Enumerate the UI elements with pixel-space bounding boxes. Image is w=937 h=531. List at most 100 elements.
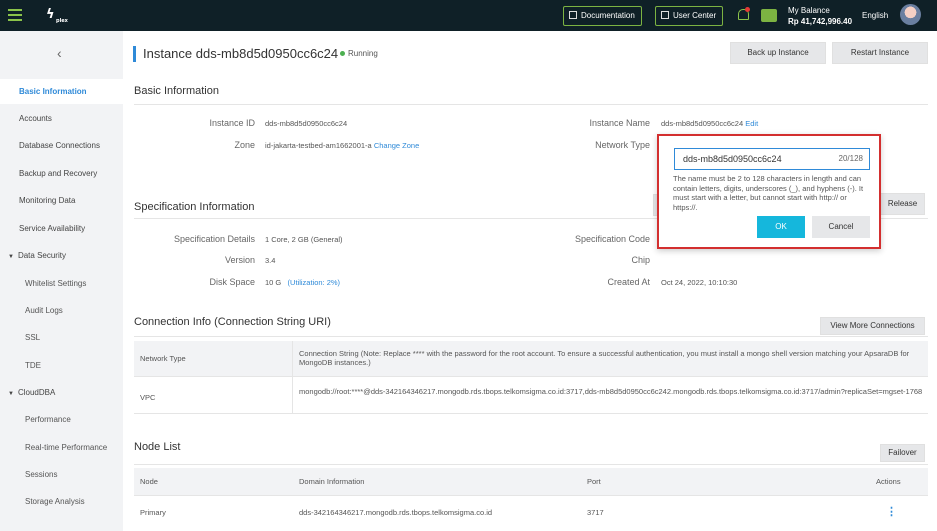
sidebar-item-ssl[interactable]: SSL [0,325,123,350]
sidebar-item-backup-and-recovery[interactable]: Backup and Recovery [0,161,123,186]
chevron-left-icon[interactable]: ‹ [57,45,62,61]
backup-instance-button[interactable]: Back up Instance [730,42,826,64]
col-network-type: Network Type [140,354,186,363]
version-label: Version [224,255,255,265]
sidebar-item-tde[interactable]: TDE [0,353,123,378]
status-badge: Running [340,49,378,58]
version-value: 3.4 [265,256,276,265]
zone-text: id-jakarta-testbed-am1662001-a [265,141,372,150]
col-port: Port [587,477,601,486]
sidebar-item-basic-information[interactable]: Basic Information [0,79,123,104]
disk-text: 10 G [265,278,282,287]
utilization-link[interactable]: (Utilization: 2%) [288,278,341,287]
disk-space-value: 10 G (Utilization: 2%) [265,278,340,287]
connection-info-heading: Connection Info (Connection String URI) [134,316,331,328]
sidebar-item-real-time-performance[interactable]: Real-time Performance [0,435,123,460]
char-count: 20/128 [838,154,863,163]
instance-name-label: Instance Name [589,118,650,128]
balance-label: My Balance [788,6,830,15]
sidebar-group-clouddba[interactable]: ▼ CloudDBA [0,380,123,405]
name-help-text: The name must be 2 to 128 characters in … [673,174,864,212]
documentation-label: Documentation [581,11,635,20]
spec-details-value: 1 Core, 2 GB (General) [265,235,343,244]
node-list-heading: Node List [134,441,181,453]
divider [134,413,928,414]
edit-link[interactable]: Edit [745,119,758,128]
col-node: Node [140,477,158,486]
column-divider [292,341,293,413]
sidebar-group-data-security[interactable]: ▼ Data Security [0,243,123,268]
brand-logo-icon[interactable]: ϟ plex [46,7,68,24]
row-port: 3717 [587,508,604,517]
divider [134,495,928,496]
sidebar-item-audit-logs[interactable]: Audit Logs [0,298,123,323]
sidebar-item-monitoring-data[interactable]: Monitoring Data [0,188,123,213]
sidebar-item-database-connections[interactable]: Database Connections [0,133,123,158]
user-center-button[interactable]: User Center [655,6,724,26]
balance-display: My Balance Rp 41,742,996.40 [788,5,852,27]
restart-instance-button[interactable]: Restart Instance [832,42,928,64]
sidebar-item-performance[interactable]: Performance [0,407,123,432]
top-bar: ϟ plex Documentation User Center My Balan… [0,0,937,31]
row-network-type: VPC [140,393,156,402]
basic-info-heading: Basic Information [134,85,219,97]
failover-button[interactable]: Failover [880,444,925,462]
col-connection-string: Connection String (Note: Replace **** wi… [299,349,910,367]
status-dot-icon [340,51,345,56]
table-header [134,468,928,495]
sidebar-item-sessions[interactable]: Sessions [0,462,123,487]
sidebar: ‹ Basic Information Accounts Database Co… [0,31,123,531]
row-node: Primary [140,508,166,517]
row-domain: dds-342164346217.mongodb.rds.tbops.telko… [299,508,493,517]
row-connection-string: mongodb://root:****@dds-342164346217.mon… [299,387,923,396]
document-icon [569,11,577,19]
instance-id-value: dds-mb8d5d0950cc6c24 [265,119,348,128]
chip-label: Chip [631,255,650,265]
sidebar-item-accounts[interactable]: Accounts [0,106,123,131]
zone-value: id-jakarta-testbed-am1662001-a Change Zo… [265,141,419,150]
ok-button[interactable]: OK [757,216,805,238]
created-at-label: Created At [607,277,650,287]
avatar[interactable] [900,4,921,25]
menu-icon[interactable] [8,9,22,21]
monitor-icon [661,11,669,19]
status-label: Running [348,49,378,58]
divider [134,104,928,105]
sidebar-item-service-availability[interactable]: Service Availability [0,216,123,241]
input-value: dds-mb8d5d0950cc6c24 [683,154,782,164]
instance-id-label: Instance ID [209,118,255,128]
spec-details-label: Specification Details [173,234,255,244]
change-zone-link[interactable]: Change Zone [374,141,419,150]
sidebar-item-storage-analysis[interactable]: Storage Analysis [0,489,123,514]
col-actions: Actions [876,477,901,486]
instance-name-input[interactable]: dds-mb8d5d0950cc6c24 20/128 [674,148,870,170]
disk-space-label: Disk Space [209,277,255,287]
cancel-button[interactable]: Cancel [812,216,870,238]
edit-name-popup: dds-mb8d5d0950cc6c24 20/128 The name mus… [657,134,881,249]
network-type-label: Network Type [595,140,650,150]
balance-value: Rp 41,742,996.40 [788,17,853,26]
language-selector[interactable]: English [862,11,888,20]
spec-code-label: Specification Code [574,234,650,244]
instance-name-text: dds-mb8d5d0950cc6c24 [661,119,744,128]
divider [134,376,928,377]
divider [134,336,928,337]
documentation-button[interactable]: Documentation [563,6,642,26]
sidebar-item-whitelist-settings[interactable]: Whitelist Settings [0,271,123,296]
divider [134,464,928,465]
instance-name-value: dds-mb8d5d0950cc6c24 Edit [661,119,758,128]
wallet-icon[interactable] [761,9,777,22]
more-actions-icon[interactable]: ⋮ [886,505,897,518]
caret-down-icon: ▼ [8,254,14,260]
spec-info-heading: Specification Information [134,201,255,213]
release-button[interactable]: Release [880,193,925,215]
notification-bell-icon[interactable] [737,7,750,20]
sidebar-group-label: CloudDBA [17,388,56,397]
col-domain: Domain Information [299,477,365,486]
main-content: Instance dds-mb8d5d0950cc6c24 Running Ba… [123,31,937,531]
view-more-connections-button[interactable]: View More Connections [820,317,925,335]
user-center-label: User Center [673,11,717,20]
caret-down-icon: ▼ [8,391,14,397]
created-at-value: Oct 24, 2022, 10:10:30 [661,278,738,287]
page-title: Instance dds-mb8d5d0950cc6c24 [133,46,338,62]
